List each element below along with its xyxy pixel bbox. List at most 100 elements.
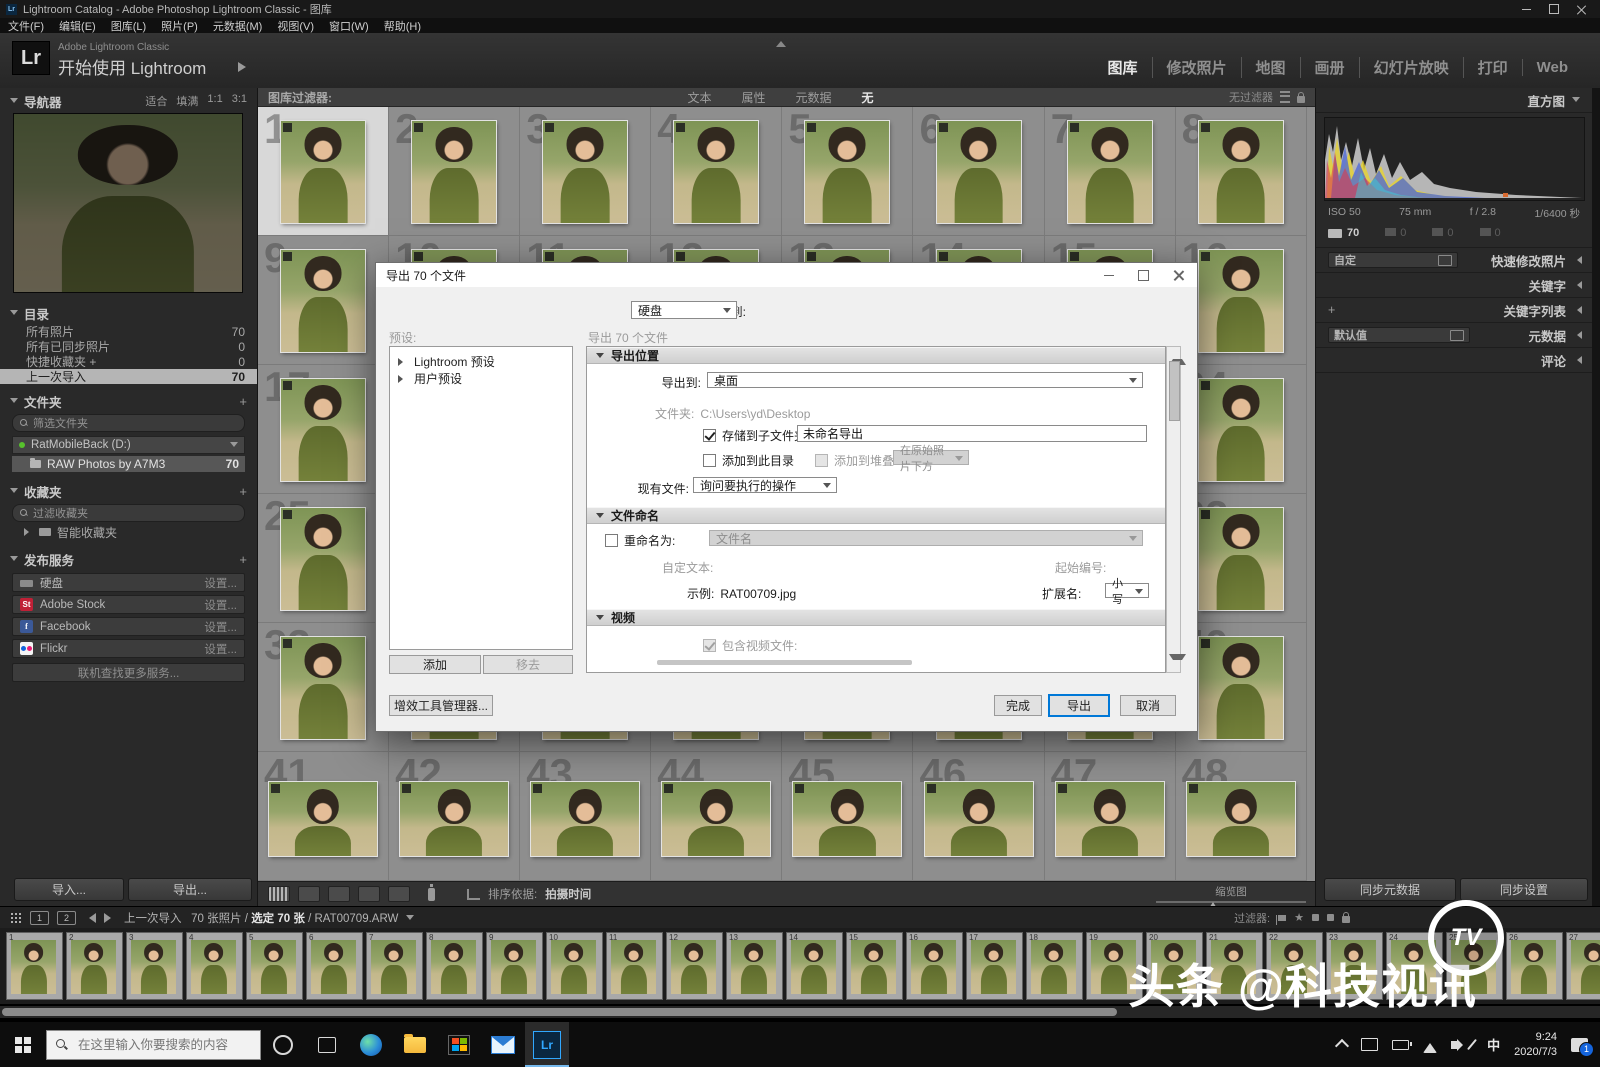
filter-lock-icon[interactable] [1297, 96, 1305, 103]
publish-settings-button[interactable]: 设置... [204, 575, 237, 591]
preset-item[interactable]: Lightroom 预设 [390, 353, 572, 370]
taskbar-search[interactable] [46, 1030, 261, 1060]
grid-cell-1[interactable]: 1 [258, 107, 389, 236]
dialog-minimize-icon[interactable] [1104, 275, 1114, 276]
maximize-icon[interactable] [1549, 4, 1559, 14]
section-file-naming[interactable]: 文件命名 [587, 507, 1165, 524]
plugin-manager-button[interactable]: 增效工具管理器... [389, 695, 493, 716]
grid-cell-4[interactable]: 4 [651, 107, 782, 236]
scroll-down-icon[interactable] [1169, 654, 1186, 669]
filmstrip-thumb-12[interactable]: 12 [666, 932, 723, 1000]
navigator-zoom-option[interactable]: 适合 [145, 93, 167, 109]
location-export-to-combo[interactable]: 桌面 [707, 372, 1143, 388]
existing-files-combo[interactable]: 询问要执行的操作 [693, 477, 837, 493]
folder-row[interactable]: RAW Photos by A7M3 70 [12, 456, 245, 472]
saved-preset-combo[interactable]: 自定 [1328, 252, 1458, 268]
catalog-header[interactable]: 目录 [0, 302, 257, 324]
grid-cell-25[interactable]: 25 [258, 494, 389, 623]
metadata-header[interactable]: 默认值 元数据 [1316, 323, 1592, 348]
catalog-item[interactable]: 所有照片70 [0, 324, 257, 339]
play-icon[interactable] [238, 62, 251, 72]
filmstrip-status[interactable]: 上一次导入 70 张照片 / 选定 70 张 / RAT00709.ARW [124, 910, 398, 926]
folders-header[interactable]: 文件夹 + [0, 390, 257, 412]
filmstrip-thumb-9[interactable]: 9 [486, 932, 543, 1000]
grid-cell-8[interactable]: 8 [1176, 107, 1307, 236]
export-button[interactable]: 导出... [128, 878, 252, 901]
filmstrip-thumb-18[interactable]: 18 [1026, 932, 1083, 1000]
thumbnail-slider[interactable]: 缩览图 [1150, 884, 1312, 903]
publish-service[interactable]: 硬盘设置... [12, 573, 245, 592]
grid-cell-48[interactable]: 48 [1176, 752, 1307, 881]
subfolder-checkbox[interactable] [703, 429, 716, 442]
panel-scrollbar-thumb[interactable] [1169, 361, 1180, 421]
star-filter-icon[interactable]: ★ [1294, 911, 1304, 924]
section-video[interactable]: 视频 [587, 609, 1165, 626]
find-more-services-button[interactable]: 联机查找更多服务... [12, 663, 245, 682]
cortana-button[interactable] [261, 1022, 305, 1067]
section-export-location[interactable]: 导出位置 [587, 347, 1165, 364]
quick-develop-header[interactable]: 自定 快速修改照片 [1316, 248, 1592, 273]
navigator-zoom-option[interactable]: 1:1 [207, 93, 222, 109]
grid-cell-45[interactable]: 45 [782, 752, 913, 881]
import-button[interactable]: 导入... [14, 878, 124, 901]
extension-case-combo[interactable]: 小写 [1105, 583, 1149, 598]
add-keyword-icon[interactable]: + [1328, 303, 1335, 317]
catalog-item[interactable]: 快捷收藏夹 +0 [0, 354, 257, 369]
catalog-item[interactable]: 所有已同步照片0 [0, 339, 257, 354]
publish-settings-button[interactable]: 设置... [204, 641, 237, 657]
grid-cell-7[interactable]: 7 [1045, 107, 1176, 236]
keywording-header[interactable]: 关键字 [1316, 273, 1592, 298]
grid-cell-3[interactable]: 3 [520, 107, 651, 236]
navigator-zoom-option[interactable]: 填满 [176, 93, 198, 109]
add-collection-icon[interactable]: + [239, 484, 247, 499]
menu-item[interactable]: 照片(P) [161, 18, 198, 34]
rename-checkbox[interactable] [605, 534, 618, 547]
filmstrip-thumb-15[interactable]: 15 [846, 932, 903, 1000]
go-back-icon[interactable] [84, 913, 96, 923]
tray-expand-icon[interactable] [1335, 1039, 1349, 1053]
grid-cell-6[interactable]: 6 [913, 107, 1044, 236]
minimize-icon[interactable] [1522, 9, 1531, 10]
grid-cell-46[interactable]: 46 [913, 752, 1044, 881]
dialog-maximize-icon[interactable] [1138, 270, 1149, 281]
publish-header[interactable]: 发布服务 + [0, 548, 257, 570]
smart-collection-row[interactable]: 智能收藏夹 [0, 524, 257, 540]
file-explorer-button[interactable] [393, 1022, 437, 1067]
task-view-button[interactable] [305, 1022, 349, 1067]
add-folder-icon[interactable]: + [239, 394, 247, 409]
filmstrip-thumb-11[interactable]: 11 [606, 932, 663, 1000]
grid-cell-44[interactable]: 44 [651, 752, 782, 881]
module-tab[interactable]: 画册 [1300, 57, 1359, 78]
preset-item[interactable]: 用户预设 [390, 370, 572, 387]
module-tab[interactable]: 图库 [1094, 57, 1152, 78]
sync-metadata-button[interactable]: 同步元数据 [1324, 878, 1456, 901]
menu-item[interactable]: 元数据(M) [213, 18, 263, 34]
filter-option[interactable]: 无 [862, 89, 874, 106]
filmstrip-thumb-3[interactable]: 3 [126, 932, 183, 1000]
publish-service[interactable]: StAdobe Stock设置... [12, 595, 245, 614]
search-input[interactable] [76, 1037, 250, 1053]
filter-option[interactable]: 文本 [687, 89, 711, 106]
chevron-right-icon[interactable] [398, 375, 407, 383]
menu-item[interactable]: 编辑(E) [59, 18, 96, 34]
grid-cell-41[interactable]: 41 [258, 752, 389, 881]
menu-item[interactable]: 文件(F) [8, 18, 44, 34]
metadata-preset-combo[interactable]: 默认值 [1328, 327, 1470, 343]
ime-indicator[interactable]: 中 [1487, 1035, 1500, 1054]
slider-track[interactable] [1156, 901, 1306, 903]
wifi-icon[interactable] [1423, 1036, 1437, 1053]
filmstrip-lock-icon[interactable] [1342, 916, 1350, 923]
sync-settings-button[interactable]: 同步设置 [1460, 878, 1588, 901]
scrollbar-thumb[interactable] [2, 1008, 1117, 1016]
flag-filter-icon[interactable] [1278, 915, 1286, 921]
color-filter-icon[interactable] [1312, 914, 1319, 921]
chevron-down-icon[interactable] [406, 915, 414, 924]
custom-filter-label[interactable]: 无过滤器 [1229, 89, 1273, 105]
module-tab[interactable]: 幻灯片放映 [1359, 57, 1463, 78]
grid-cell-2[interactable]: 2 [389, 107, 520, 236]
grid-cell-5[interactable]: 5 [782, 107, 913, 236]
filmstrip-thumb-7[interactable]: 7 [366, 932, 423, 1000]
edge-button[interactable] [349, 1022, 393, 1067]
go-forward-icon[interactable] [104, 913, 116, 923]
filmstrip-thumb-13[interactable]: 13 [726, 932, 783, 1000]
